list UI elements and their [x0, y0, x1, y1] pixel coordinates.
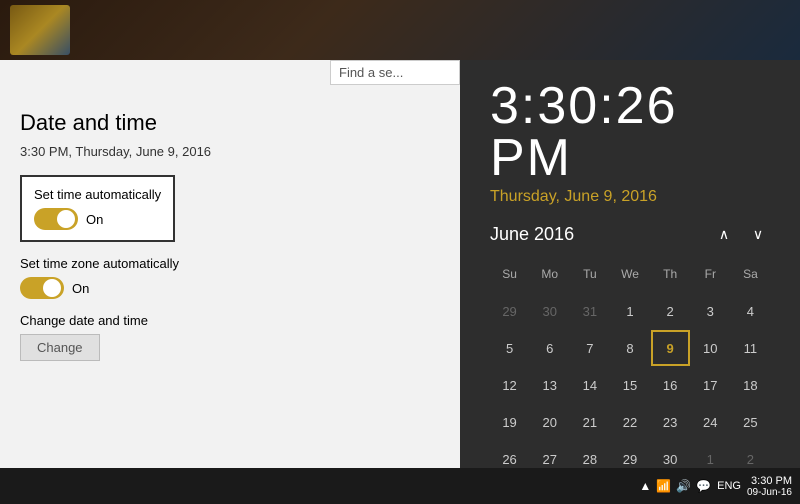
- calendar-day[interactable]: 30: [651, 441, 690, 468]
- calendar-prev-button[interactable]: ∧: [712, 222, 736, 246]
- calendar-day[interactable]: 13: [530, 367, 569, 403]
- calendar-header-fr: Fr: [691, 256, 730, 292]
- set-timezone-auto-state: On: [72, 281, 89, 296]
- calendar-day[interactable]: 10: [691, 330, 730, 366]
- clock-date: Thursday, June 9, 2016: [490, 188, 770, 206]
- calendar-day[interactable]: 23: [651, 404, 690, 440]
- calendar-day[interactable]: 5: [490, 330, 529, 366]
- calendar-day[interactable]: 12: [490, 367, 529, 403]
- calendar-header-we: We: [610, 256, 649, 292]
- calendar-day[interactable]: 11: [731, 330, 770, 366]
- set-time-auto-row: On: [34, 208, 161, 230]
- calendar-header-th: Th: [651, 256, 690, 292]
- set-timezone-auto-group: Set time zone automatically On: [20, 256, 440, 299]
- taskbar-network-icon: 📶: [656, 479, 671, 493]
- page-title: Date and time: [20, 110, 440, 136]
- calendar-day[interactable]: 18: [731, 367, 770, 403]
- calendar-grid: SuMoTuWeThFrSa29303112345678910111213141…: [490, 256, 770, 468]
- calendar-day[interactable]: 30: [530, 293, 569, 329]
- calendar-day[interactable]: 27: [530, 441, 569, 468]
- calendar-header-su: Su: [490, 256, 529, 292]
- taskbar-time: 3:30 PM: [747, 475, 792, 487]
- calendar-month-label: June 2016: [490, 224, 574, 245]
- set-timezone-auto-row: On: [20, 277, 440, 299]
- taskbar-icons: ▲ 📶 🔊 💬: [639, 479, 711, 493]
- set-timezone-auto-label: Set time zone automatically: [20, 256, 440, 271]
- calendar-day[interactable]: 22: [610, 404, 649, 440]
- top-bar: [0, 0, 800, 60]
- calendar-day[interactable]: 7: [570, 330, 609, 366]
- main-area: Find a se... Date and time 3:30 PM, Thur…: [0, 60, 800, 468]
- calendar-day[interactable]: 28: [570, 441, 609, 468]
- calendar-day[interactable]: 31: [570, 293, 609, 329]
- taskbar-message-icon: 💬: [696, 479, 711, 493]
- calendar-nav: ∧ ∨: [712, 222, 770, 246]
- taskbar-clock: 3:30 PM 09-Jun-16: [747, 475, 792, 498]
- taskbar-volume-icon: 🔊: [676, 479, 691, 493]
- change-label: Change date and time: [20, 313, 440, 328]
- calendar-day[interactable]: 29: [610, 441, 649, 468]
- set-time-auto-label: Set time automatically: [34, 187, 161, 202]
- calendar-header-tu: Tu: [570, 256, 609, 292]
- search-placeholder: Find a se...: [339, 65, 403, 80]
- set-time-auto-state: On: [86, 212, 103, 227]
- change-section: Change date and time Change: [20, 313, 440, 361]
- settings-panel: Find a se... Date and time 3:30 PM, Thur…: [0, 60, 460, 468]
- top-bar-image: [10, 5, 70, 55]
- calendar-next-button[interactable]: ∨: [746, 222, 770, 246]
- calendar-day[interactable]: 3: [691, 293, 730, 329]
- calendar-day[interactable]: 24: [691, 404, 730, 440]
- calendar-day[interactable]: 17: [691, 367, 730, 403]
- taskbar: ▲ 📶 🔊 💬 ENG 3:30 PM 09-Jun-16: [0, 468, 800, 504]
- taskbar-date: 09-Jun-16: [747, 487, 792, 498]
- calendar-day[interactable]: 2: [731, 441, 770, 468]
- set-time-auto-toggle[interactable]: [34, 208, 78, 230]
- set-time-auto-group: Set time automatically On: [20, 175, 175, 242]
- calendar-header-mo: Mo: [530, 256, 569, 292]
- calendar-day[interactable]: 6: [530, 330, 569, 366]
- calendar-day[interactable]: 19: [490, 404, 529, 440]
- calendar-day[interactable]: 25: [731, 404, 770, 440]
- calendar-header: June 2016 ∧ ∨: [490, 222, 770, 246]
- calendar-day[interactable]: 16: [651, 367, 690, 403]
- search-bar[interactable]: Find a se...: [330, 60, 460, 85]
- calendar-day[interactable]: 2: [651, 293, 690, 329]
- calendar-day[interactable]: 8: [610, 330, 649, 366]
- calendar-day[interactable]: 14: [570, 367, 609, 403]
- clock-time: 3:30:26 PM: [490, 80, 770, 184]
- calendar-day[interactable]: 1: [691, 441, 730, 468]
- calendar-day[interactable]: 1: [610, 293, 649, 329]
- set-timezone-auto-toggle[interactable]: [20, 277, 64, 299]
- current-datetime: 3:30 PM, Thursday, June 9, 2016: [20, 144, 440, 159]
- clock-panel: 3:30:26 PM Thursday, June 9, 2016 June 2…: [460, 60, 800, 468]
- calendar-day[interactable]: 15: [610, 367, 649, 403]
- calendar-header-sa: Sa: [731, 256, 770, 292]
- calendar-day[interactable]: 4: [731, 293, 770, 329]
- taskbar-language: ENG: [717, 480, 741, 492]
- calendar-day[interactable]: 9: [651, 330, 690, 366]
- taskbar-up-arrow-icon: ▲: [639, 479, 651, 493]
- calendar-day[interactable]: 26: [490, 441, 529, 468]
- calendar-day[interactable]: 21: [570, 404, 609, 440]
- change-button[interactable]: Change: [20, 334, 100, 361]
- calendar-day[interactable]: 20: [530, 404, 569, 440]
- calendar-day[interactable]: 29: [490, 293, 529, 329]
